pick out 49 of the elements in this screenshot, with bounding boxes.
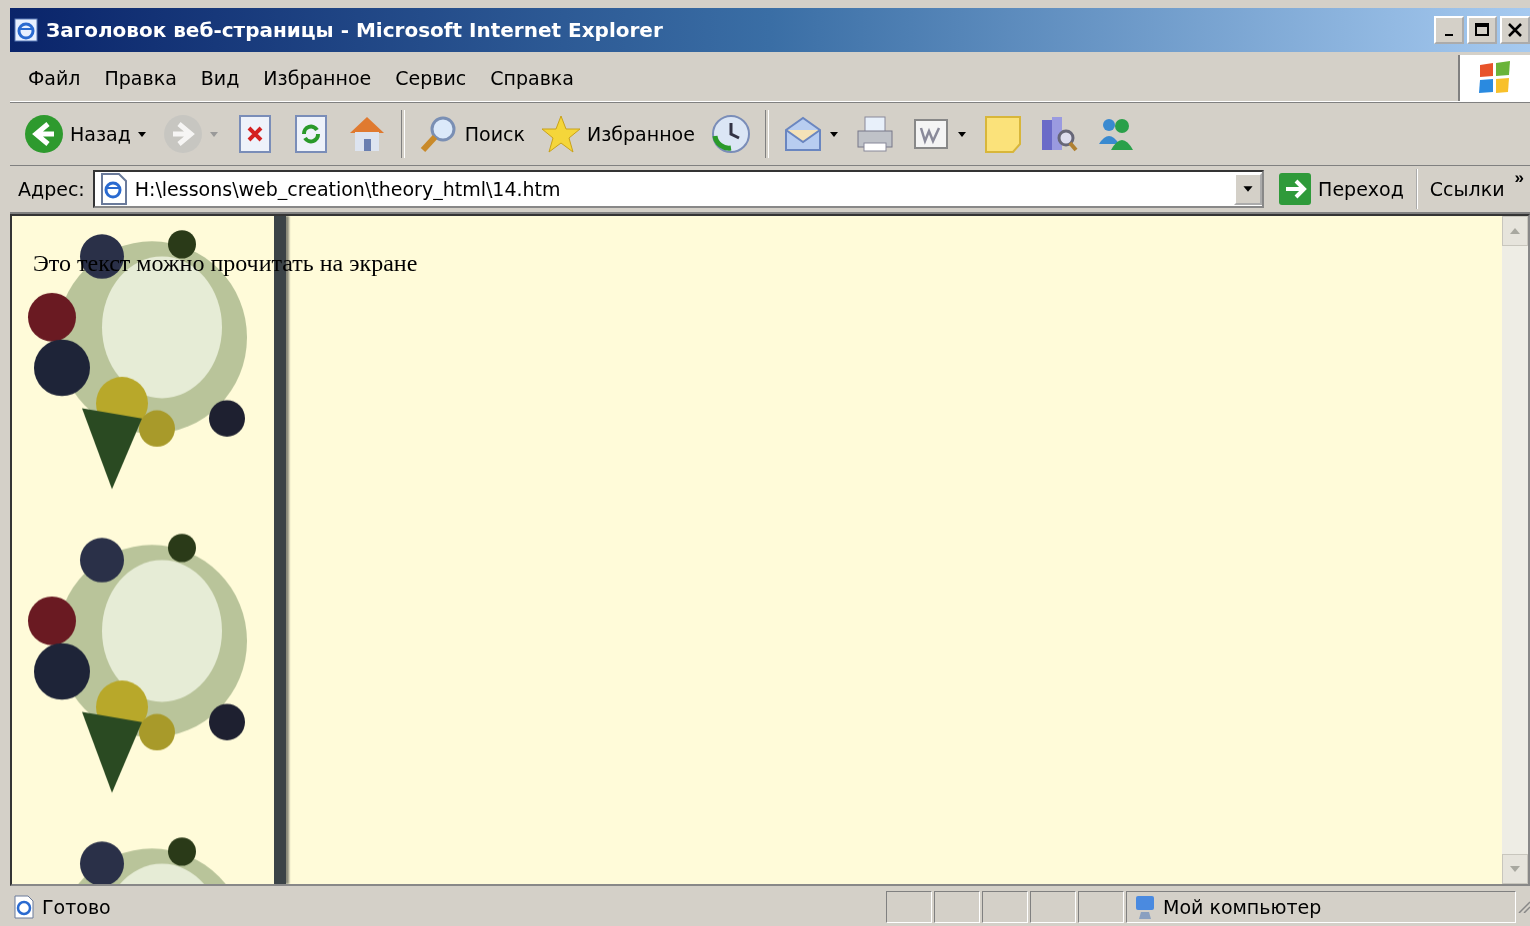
go-button[interactable]: Переход (1272, 169, 1418, 209)
caret-icon (1242, 185, 1255, 193)
page-icon (12, 895, 36, 919)
menu-item[interactable]: Справка (478, 63, 586, 93)
menu-item[interactable]: Вид (188, 63, 252, 93)
caret-icon (136, 130, 147, 138)
back-button[interactable]: Назад (18, 112, 153, 156)
menu-item[interactable]: Файл (16, 63, 93, 93)
maximize-icon (1475, 23, 1489, 37)
browser-icon (14, 17, 40, 43)
page-icon (98, 173, 129, 205)
address-field[interactable]: H:\lessons\web_creation\theory_html\14.htm (92, 170, 1265, 208)
up-arrow-icon (1510, 228, 1520, 234)
status-pane (886, 891, 932, 923)
computer-icon (1133, 894, 1157, 920)
scrollbar[interactable] (1502, 216, 1528, 884)
links-label[interactable]: Ссылки (1425, 178, 1505, 200)
chevron-button[interactable]: » (1512, 168, 1526, 188)
status-text: Готово (42, 896, 111, 918)
close-button[interactable] (1500, 16, 1530, 44)
history-icon (710, 114, 751, 154)
status-pane (934, 891, 980, 923)
search-button[interactable]: Поиск (412, 112, 531, 156)
menu-item[interactable]: Сервис (383, 63, 479, 93)
envelope-icon (782, 114, 823, 154)
minimize-icon (1445, 34, 1453, 36)
down-arrow-icon (1510, 866, 1520, 872)
window-title: Заголовок веб-страницы - Microsoft Internet Explorer (46, 18, 664, 42)
close-icon (1508, 23, 1522, 37)
address-input[interactable]: H:\lessons\web_creation\theory_html\14.htm (134, 178, 1229, 200)
caret-icon (208, 130, 219, 138)
scroll-up-button[interactable] (1502, 216, 1528, 246)
favorites-button[interactable]: Избранное (535, 112, 701, 156)
zone-text: Мой компьютер (1163, 896, 1322, 918)
printer-icon (854, 114, 895, 154)
scroll-down-button[interactable] (1502, 854, 1528, 884)
address-label: Адрес: (18, 178, 85, 200)
caret-icon (828, 130, 839, 138)
menu-item[interactable]: Правка (92, 63, 189, 93)
resize-grip-icon (1518, 901, 1530, 913)
star-icon (541, 114, 581, 154)
caret-icon (956, 130, 967, 138)
status-pane (982, 891, 1028, 923)
sticky-note-icon (982, 114, 1023, 154)
status-pane (1030, 891, 1076, 923)
status-pane (1078, 891, 1124, 923)
maximize-button[interactable] (1467, 16, 1497, 44)
menu-item[interactable]: Избранное (251, 63, 384, 93)
dropdown-button[interactable] (1234, 173, 1263, 205)
